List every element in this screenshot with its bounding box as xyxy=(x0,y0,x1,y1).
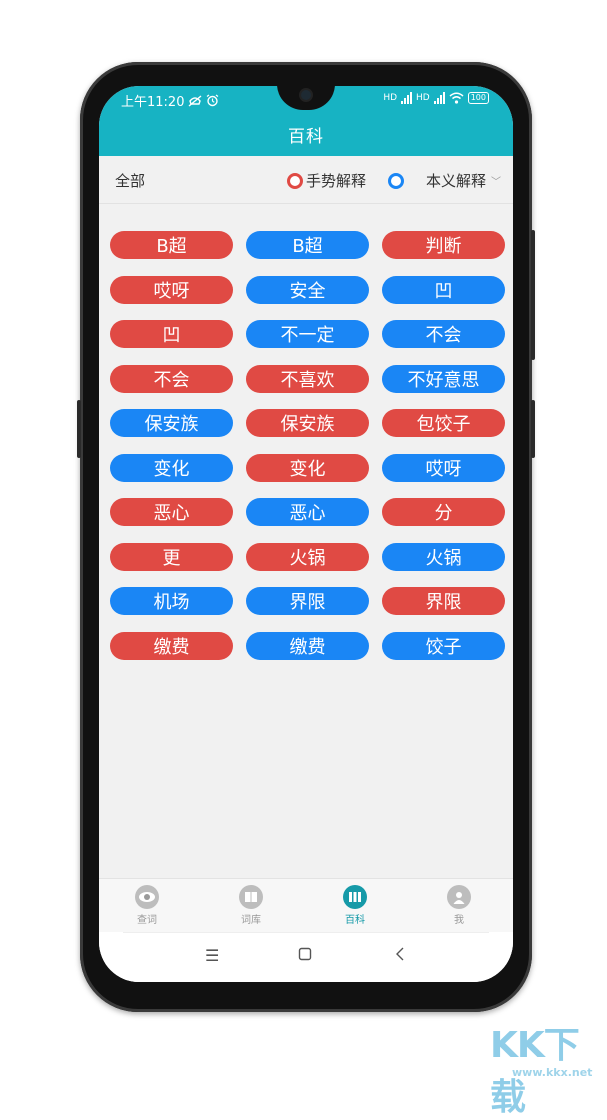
app-header: 上午11:20 HD HD 100 百科 xyxy=(99,86,513,156)
word-pill[interactable]: 缴费 xyxy=(246,631,369,660)
word-pill[interactable]: 不会 xyxy=(382,320,505,348)
word-pill[interactable]: 缴费 xyxy=(110,631,233,660)
legend-gesture[interactable]: 手势解释 xyxy=(287,170,366,191)
word-pill[interactable]: 不会 xyxy=(110,364,233,393)
word-pill[interactable]: 火锅 xyxy=(382,542,505,571)
volume-button xyxy=(77,400,81,458)
word-pill[interactable]: 不喜欢 xyxy=(246,364,369,393)
back-icon[interactable] xyxy=(395,946,405,965)
word-pill[interactable]: 机场 xyxy=(110,587,233,615)
book-icon xyxy=(239,885,263,909)
legend-meaning-label: 本义解释 xyxy=(426,172,487,190)
legend-meaning[interactable]: 本义解释 ﹀ xyxy=(388,170,501,191)
word-pill[interactable]: 凹 xyxy=(110,320,233,348)
alarm-icon xyxy=(207,94,219,107)
word-pill[interactable]: 哎呀 xyxy=(382,453,505,482)
word-pill[interactable]: 保安族 xyxy=(110,409,233,437)
menu-icon[interactable]: ☰ xyxy=(205,946,219,965)
system-nav-bar: ☰ xyxy=(99,932,513,982)
library-icon xyxy=(343,885,367,909)
screen: 上午11:20 HD HD 100 百科 全部 手势解释 本义解释 ﹀ B超 B… xyxy=(99,86,513,982)
word-grid: B超 B超 判断 哎呀 安全凹凹不一定 不会 不会 不喜欢 不好意思 保安族 保安族 包饺子 变化 变化哎… xyxy=(110,231,505,660)
word-pill[interactable]: 判断 xyxy=(382,231,505,259)
eye-icon xyxy=(135,885,159,909)
word-pill[interactable]: 界限 xyxy=(382,587,505,615)
word-pill[interactable]: 凹 xyxy=(382,275,505,304)
battery-icon: 100 xyxy=(467,92,489,104)
word-pill[interactable]: B超 xyxy=(246,231,369,259)
word-pill[interactable]: 更 xyxy=(110,542,233,571)
front-camera xyxy=(301,90,311,100)
status-bar-right: HD HD 100 xyxy=(383,92,489,104)
filter-bar: 全部 手势解释 本义解释 ﹀ xyxy=(99,156,513,204)
camera-notch xyxy=(277,86,335,110)
word-pill[interactable]: 变化 xyxy=(110,453,233,482)
side-button-right-lower xyxy=(531,400,535,458)
side-button-right-upper xyxy=(531,230,535,360)
nav-divider xyxy=(123,932,489,933)
word-pill[interactable]: 分 xyxy=(382,498,505,526)
tab-lookup-label: 查词 xyxy=(137,915,157,926)
network-label-2: HD xyxy=(416,93,430,103)
tab-me-label: 我 xyxy=(454,915,464,926)
word-pill[interactable]: 不好意思 xyxy=(382,364,505,393)
bottom-tab-bar: 查词 词库 百科 我 xyxy=(99,878,513,933)
word-pill[interactable]: 哎呀 xyxy=(110,275,233,304)
tab-vocabulary[interactable]: 词库 xyxy=(221,885,281,926)
watermark: KK下载 www.kkx.net xyxy=(490,1016,607,1120)
network-label-1: HD xyxy=(383,93,398,103)
home-icon[interactable] xyxy=(298,946,312,965)
user-icon xyxy=(447,885,471,909)
word-pill[interactable]: 安全 xyxy=(246,275,369,304)
tab-me[interactable]: 我 xyxy=(429,885,489,926)
word-pill[interactable]: 火锅 xyxy=(246,542,369,571)
chevron-down-icon: ﹀ xyxy=(491,177,502,188)
word-pill[interactable]: 恶心 xyxy=(246,498,369,526)
word-pill[interactable]: B超 xyxy=(110,231,233,259)
signal-icon xyxy=(401,92,413,104)
tab-encyclopedia[interactable]: 百科 xyxy=(325,885,385,926)
status-time: 上午11:20 xyxy=(121,95,185,110)
word-pill[interactable]: 变化 xyxy=(246,453,369,482)
word-pill[interactable]: 包饺子 xyxy=(382,409,505,437)
tab-lookup[interactable]: 查词 xyxy=(117,885,177,926)
word-pill[interactable]: 保安族 xyxy=(246,409,369,437)
radio-dot-icon xyxy=(388,172,404,189)
mute-icon xyxy=(189,94,202,107)
word-pill[interactable]: 恶心 xyxy=(110,498,233,526)
word-pill[interactable]: 不一定 xyxy=(246,320,369,348)
word-pill[interactable]: 界限 xyxy=(246,587,369,615)
wifi-icon xyxy=(449,92,464,104)
word-pill[interactable]: 饺子 xyxy=(382,631,505,660)
legend-gesture-label: 手势解释 xyxy=(306,172,367,190)
signal-icon-2 xyxy=(433,92,445,104)
filter-all-button[interactable]: 全部 xyxy=(115,170,145,191)
tab-vocabulary-label: 词库 xyxy=(241,915,261,926)
radio-dot-icon xyxy=(287,172,303,189)
status-bar-left: 上午11:20 xyxy=(121,91,219,110)
page-title: 百科 xyxy=(288,127,324,147)
tab-encyclopedia-label: 百科 xyxy=(345,915,365,926)
watermark-url: www.kkx.net xyxy=(512,1066,593,1079)
